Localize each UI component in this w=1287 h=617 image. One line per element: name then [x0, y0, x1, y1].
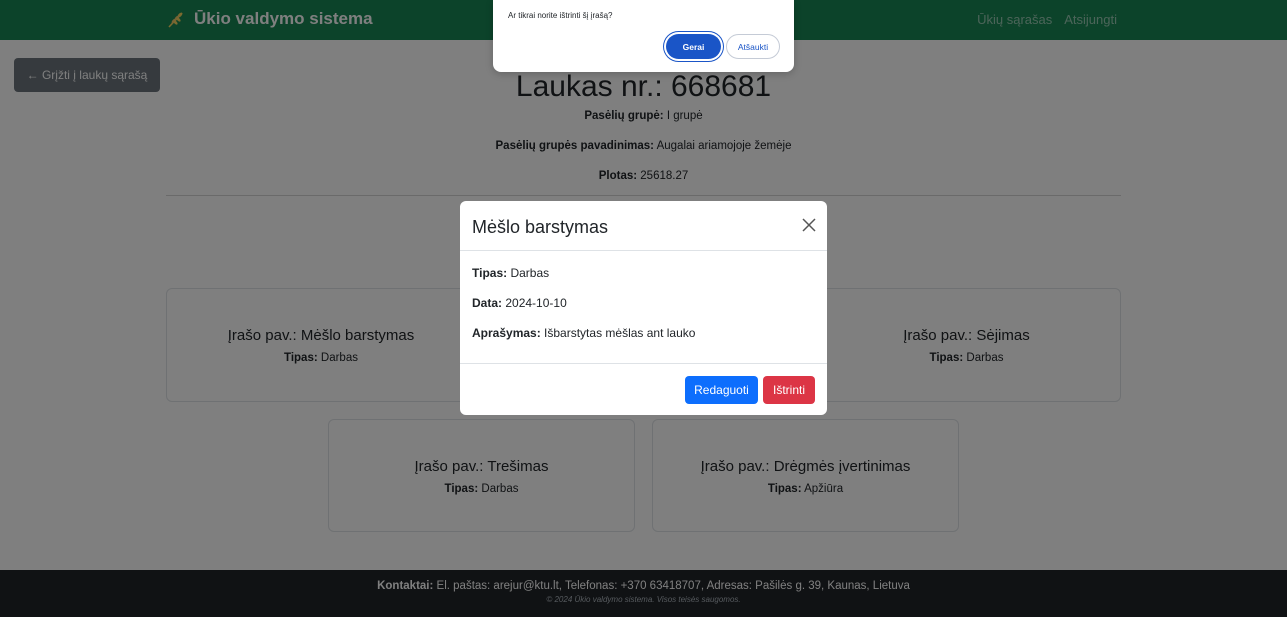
delete-button[interactable]: Ištrinti — [763, 376, 815, 404]
confirm-ok-button[interactable]: Gerai — [666, 34, 721, 59]
confirm-cancel-button[interactable]: Atšaukti — [726, 34, 780, 59]
modal-header: Mėšlo barstymas — [460, 201, 827, 251]
close-icon[interactable] — [799, 215, 819, 235]
delete-confirm-dialog: Ar tikrai norite ištrinti šį įrašą? Gera… — [493, 0, 794, 72]
modal-footer: Redaguoti Ištrinti — [460, 363, 827, 415]
modal-date-line: Data: 2024-10-10 — [472, 296, 567, 310]
record-details-modal: Mėšlo barstymas Tipas: Darbas Data: 2024… — [460, 201, 827, 415]
confirm-message: Ar tikrai norite ištrinti šį įrašą? — [508, 11, 613, 20]
modal-description-line: Aprašymas: Išbarstytas mėšlas ant lauko — [472, 326, 696, 340]
edit-button[interactable]: Redaguoti — [685, 376, 758, 404]
modal-body: Tipas: Darbas Data: 2024-10-10 Aprašymas… — [460, 251, 827, 340]
modal-title: Mėšlo barstymas — [472, 217, 609, 237]
modal-type-line: Tipas: Darbas — [472, 266, 550, 280]
